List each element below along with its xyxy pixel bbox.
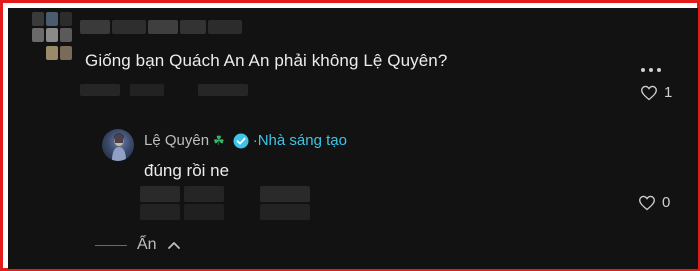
- divider-line: [95, 244, 127, 246]
- comment-text: Giống bạn Quách An An phải không Lệ Quyê…: [85, 51, 448, 70]
- reply-like[interactable]: 0: [638, 194, 670, 211]
- reply-author-name[interactable]: Lệ Quyên: [144, 132, 209, 149]
- avatar-figure: [112, 133, 126, 161]
- chevron-up-icon: [167, 242, 180, 249]
- four-leaf-clover-icon: ☘: [213, 132, 225, 148]
- reply-like-count: 0: [662, 194, 671, 211]
- blurred-commenter-avatar[interactable]: [32, 12, 72, 64]
- heart-icon[interactable]: [638, 195, 656, 211]
- reply-author-avatar[interactable]: [102, 129, 134, 161]
- more-options-icon[interactable]: [640, 65, 662, 75]
- verified-check-icon: [233, 133, 249, 148]
- comment-like-count: 1: [664, 84, 673, 101]
- reply-text: đúng rồi ne: [144, 161, 230, 180]
- blurred-reply-meta: [140, 186, 320, 222]
- creator-label: ·Nhà sáng tạo: [252, 132, 347, 149]
- blurred-comment-meta: [80, 84, 280, 98]
- comment-thread-panel: Giống bạn Quách An An phải không Lệ Quyê…: [8, 8, 698, 269]
- screenshot-frame: Giống bạn Quách An An phải không Lệ Quyê…: [0, 0, 700, 271]
- blurred-commenter-name[interactable]: [80, 18, 280, 36]
- heart-icon[interactable]: [640, 85, 658, 101]
- comment-like[interactable]: 1: [640, 84, 672, 101]
- reply-header: Lệ Quyên ☘ ·Nhà sáng tạo: [144, 132, 347, 149]
- hide-label: Ẩn: [137, 236, 157, 253]
- hide-replies-button[interactable]: Ẩn: [95, 236, 181, 254]
